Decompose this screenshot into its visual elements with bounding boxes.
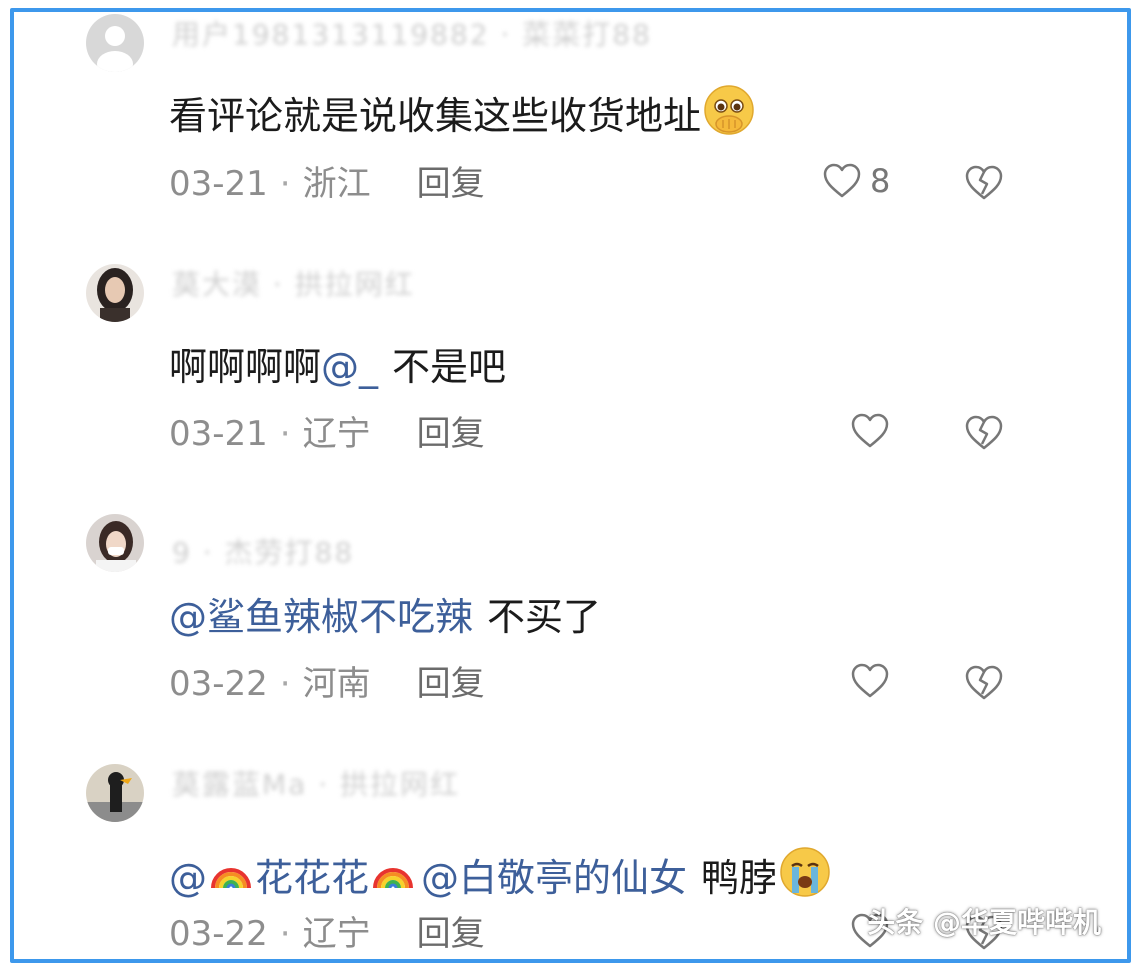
username[interactable]: 莫露蓝Ma · 拱拉网红 — [172, 768, 460, 802]
heart-outline-icon — [850, 412, 890, 450]
comment-body: 不买了 — [487, 595, 602, 639]
comment-text: @鲨鱼辣椒不吃辣 不买了 — [169, 592, 601, 642]
screenshot-frame: 用户1981313119882 · 菜菜打88 看评论就是说收集这些收货地址 0… — [10, 8, 1131, 963]
rainbow-emoji — [371, 852, 415, 904]
comment-body: 啊啊啊啊 — [169, 345, 322, 389]
mention-prefix[interactable]: @ — [169, 853, 207, 903]
comment-meta: 03-21 · 辽宁 回复 — [169, 412, 485, 456]
comment-date: 03-21 — [169, 414, 268, 454]
comment-body: 看评论就是说收集这些收货地址 — [169, 94, 702, 138]
username[interactable]: 用户1981313119882 · 菜菜打88 — [172, 18, 652, 52]
avatar[interactable] — [86, 14, 144, 72]
username[interactable]: 9 · 杰劳打88 — [172, 536, 354, 570]
broken-heart-icon — [964, 665, 1004, 706]
heart-outline-icon — [822, 162, 862, 200]
pleading-hands-emoji — [703, 84, 755, 148]
watermark: 头条 @华夏哔哔机 — [867, 906, 1101, 939]
separator-dot: · — [279, 414, 291, 454]
like-button[interactable]: 8 — [822, 162, 890, 200]
separator-dot: · — [279, 164, 291, 204]
comment-date: 03-21 — [169, 164, 268, 204]
like-button[interactable] — [850, 662, 890, 700]
reply-button[interactable]: 回复 — [417, 164, 485, 204]
comment-body: 鸭脖 — [701, 856, 778, 900]
crying-emoji — [779, 846, 831, 910]
comment-body: 不是吧 — [392, 345, 507, 389]
comment-meta: 03-21 · 浙江 回复 — [169, 162, 485, 206]
avatar[interactable] — [86, 764, 144, 822]
comment-item: 莫大漠 · 拱拉网红 啊啊啊啊 @_ 不是吧 03-21 · 辽宁 回复 — [14, 262, 1127, 512]
comment-location: 辽宁 — [302, 914, 371, 954]
mention-link[interactable]: 花花花 — [255, 853, 369, 903]
comment-meta: 03-22 · 辽宁 回复 — [169, 912, 485, 956]
username[interactable]: 莫大漠 · 拱拉网红 — [172, 268, 415, 302]
heart-outline-icon — [850, 662, 890, 700]
comment-text: @ 花花花 @白敬亭的仙女 鸭脖 — [169, 846, 831, 910]
comment-location: 浙江 — [302, 164, 371, 204]
reply-button[interactable]: 回复 — [417, 664, 485, 704]
comment-location: 辽宁 — [302, 414, 371, 454]
comment-item: 用户1981313119882 · 菜菜打88 看评论就是说收集这些收货地址 0… — [14, 12, 1127, 262]
broken-heart-icon — [964, 165, 1004, 206]
mention-link[interactable]: @鲨鱼辣椒不吃辣 — [169, 592, 473, 642]
comment-date: 03-22 — [169, 664, 268, 704]
separator-dot: · — [279, 664, 291, 704]
reply-button[interactable]: 回复 — [417, 914, 485, 954]
dislike-button[interactable] — [964, 664, 1004, 706]
like-button[interactable] — [850, 412, 890, 450]
reply-button[interactable]: 回复 — [417, 414, 485, 454]
avatar[interactable] — [86, 514, 144, 572]
comment-date: 03-22 — [169, 914, 268, 954]
rainbow-emoji — [209, 852, 253, 904]
dislike-button[interactable] — [964, 164, 1004, 206]
dislike-button[interactable] — [964, 414, 1004, 456]
mention-link[interactable]: @白敬亭的仙女 — [421, 853, 687, 903]
comment-meta: 03-22 · 河南 回复 — [169, 662, 485, 706]
separator-dot: · — [279, 914, 291, 954]
mention-link[interactable]: @_ — [321, 342, 378, 392]
broken-heart-icon — [964, 415, 1004, 456]
comment-item: 9 · 杰劳打88 @鲨鱼辣椒不吃辣 不买了 03-22 · 河南 回复 — [14, 512, 1127, 762]
comment-location: 河南 — [302, 664, 371, 704]
comment-text: 啊啊啊啊 @_ 不是吧 — [169, 342, 506, 392]
like-count: 8 — [870, 162, 891, 200]
avatar[interactable] — [86, 264, 144, 322]
comment-text: 看评论就是说收集这些收货地址 — [169, 84, 755, 148]
